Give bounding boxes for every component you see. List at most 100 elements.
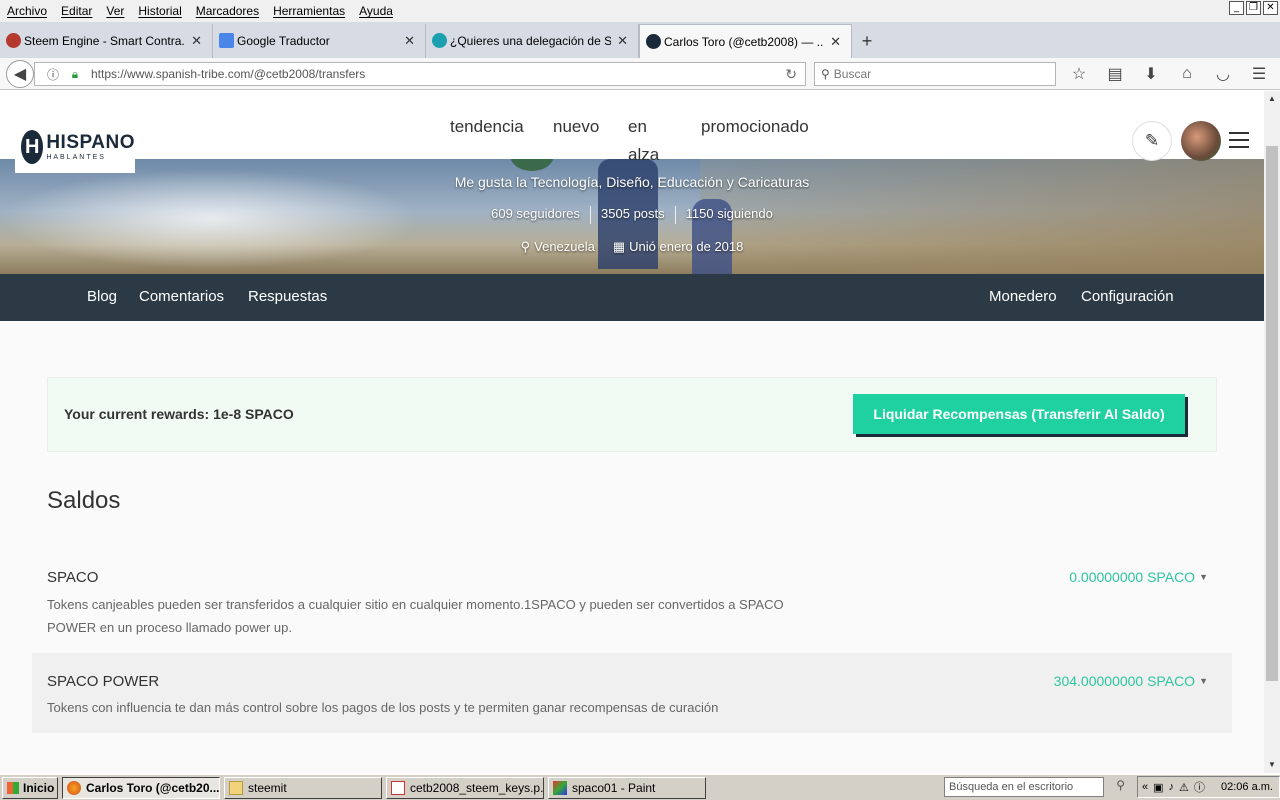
logo-mark: H bbox=[21, 130, 44, 164]
start-button[interactable]: Inicio bbox=[2, 776, 58, 799]
site-header: tendencia nuevo en alza promocionado ✎ bbox=[0, 91, 1264, 164]
pocket-icon[interactable]: ◡ bbox=[1210, 62, 1236, 86]
hamburger-menu-icon[interactable]: ☰ bbox=[1246, 62, 1272, 86]
restore-button[interactable]: ❐ bbox=[1246, 1, 1261, 15]
scroll-thumb[interactable] bbox=[1266, 146, 1278, 681]
caret-down-icon[interactable]: ▼ bbox=[1199, 572, 1208, 582]
url-text[interactable]: https://www.spanish-tribe.com/@cetb2008/… bbox=[91, 67, 365, 81]
close-icon[interactable]: ✕ bbox=[617, 33, 628, 49]
volume-icon[interactable]: ♪ bbox=[1169, 781, 1175, 793]
tab-carlos-toro[interactable]: Carlos Toro (@cetb2008) — ... ✕ bbox=[639, 24, 852, 58]
caret-down-icon[interactable]: ▼ bbox=[1199, 676, 1208, 686]
scroll-down-icon[interactable]: ▼ bbox=[1264, 757, 1280, 773]
info-icon[interactable]: ⓘ bbox=[45, 66, 61, 83]
edit-post-button[interactable]: ✎ bbox=[1132, 121, 1172, 161]
profile-picture[interactable] bbox=[510, 159, 554, 171]
download-icon[interactable]: ⬇ bbox=[1138, 62, 1164, 86]
url-bar[interactable]: ⓘ 🔒︎ https://www.spanish-tribe.com/@cetb… bbox=[34, 62, 806, 86]
tab-blog[interactable]: Blog bbox=[87, 288, 117, 305]
reload-icon[interactable]: ↻ bbox=[785, 66, 797, 83]
tab-strip: Steem Engine - Smart Contra... ✕ Google … bbox=[0, 22, 1280, 58]
site-logo[interactable]: H HISPANO HABLANTES bbox=[15, 121, 135, 173]
scroll-up-icon[interactable]: ▲ bbox=[1264, 91, 1280, 107]
nav-promocionado[interactable]: promocionado bbox=[701, 117, 809, 137]
arrow-left-icon: ◀ bbox=[13, 66, 27, 83]
close-icon[interactable]: ✕ bbox=[191, 33, 202, 49]
balance-value[interactable]: 0.00000000 SPACO bbox=[1069, 569, 1195, 585]
pencil-icon: ✎ bbox=[1144, 131, 1160, 150]
info-icon[interactable]: ⓘ bbox=[1194, 779, 1205, 795]
site-menu-button[interactable] bbox=[1229, 132, 1249, 148]
reading-list-icon[interactable]: ▤ bbox=[1102, 62, 1128, 86]
taskbar-item-label: steemit bbox=[248, 780, 287, 795]
nav-nuevo[interactable]: nuevo bbox=[553, 117, 599, 137]
lock-icon[interactable]: 🔒︎ bbox=[67, 67, 83, 82]
close-window-button[interactable]: ✕ bbox=[1263, 1, 1278, 15]
tab-label: Steem Engine - Smart Contra... bbox=[24, 34, 186, 48]
back-button[interactable]: ◀ bbox=[6, 60, 34, 88]
rewards-panel: Your current rewards: 1e-8 SPACO Liquida… bbox=[47, 377, 1217, 452]
network-icon[interactable]: ▣ bbox=[1153, 781, 1163, 794]
tab-steem-engine[interactable]: Steem Engine - Smart Contra... ✕ bbox=[0, 24, 213, 58]
menu-ver[interactable]: Ver bbox=[99, 4, 131, 18]
balance-value-dropdown[interactable]: 304.00000000 SPACO ▼ bbox=[1054, 673, 1208, 689]
taskbar-item-label: cetb2008_steem_keys.p... bbox=[410, 780, 544, 795]
tab-google-traductor[interactable]: Google Traductor ✕ bbox=[213, 24, 426, 58]
tab-comentarios[interactable]: Comentarios bbox=[139, 288, 224, 305]
balance-description: Tokens con influencia te dan más control… bbox=[47, 700, 719, 715]
menu-marcadores[interactable]: Marcadores bbox=[189, 4, 266, 18]
search-input[interactable]: ⚲ Buscar bbox=[814, 62, 1056, 86]
taskbar-item-steemit[interactable]: steemit bbox=[224, 776, 382, 799]
user-menu-bar: Blog Comentarios Respuestas Monedero Con… bbox=[0, 274, 1264, 321]
home-icon[interactable]: ⌂ bbox=[1174, 62, 1200, 86]
following-count[interactable]: 1150 siguiendo bbox=[676, 206, 783, 224]
balance-value[interactable]: 304.00000000 SPACO bbox=[1054, 673, 1195, 689]
nav-tendencia[interactable]: tendencia bbox=[450, 117, 524, 137]
tab-delegacion[interactable]: ¿Quieres una delegación de S... ✕ bbox=[426, 24, 639, 58]
close-icon[interactable]: ✕ bbox=[830, 34, 841, 50]
firefox-icon bbox=[67, 780, 81, 795]
window-controls: _ ❐ ✕ bbox=[1229, 1, 1278, 15]
tab-configuracion[interactable]: Configuración bbox=[1081, 288, 1174, 305]
balance-value-dropdown[interactable]: 0.00000000 SPACO ▼ bbox=[1069, 569, 1208, 585]
spiral-icon bbox=[432, 33, 447, 48]
taskbar-item-firefox[interactable]: Carlos Toro (@cetb20... bbox=[62, 776, 220, 799]
desktop-search-input[interactable]: Búsqueda en el escritorio ⚲ bbox=[944, 777, 1125, 797]
balance-name: SPACO POWER bbox=[47, 673, 160, 690]
balance-row-spaco-power: SPACO POWER Tokens con influencia te dan… bbox=[32, 653, 1232, 733]
profile-joined: ▦ Unió enero de 2018 bbox=[613, 239, 744, 255]
minimize-button[interactable]: _ bbox=[1229, 1, 1244, 15]
profile-about: Me gusta la Tecnología, Diseño, Educació… bbox=[454, 174, 810, 190]
taskbar-item-paint[interactable]: spaco01 - Paint bbox=[548, 776, 706, 799]
menu-ayuda[interactable]: Ayuda bbox=[352, 4, 400, 18]
taskbar-item-label: Carlos Toro (@cetb20... bbox=[86, 780, 220, 795]
menu-herramientas[interactable]: Herramientas bbox=[266, 4, 352, 18]
close-icon[interactable]: ✕ bbox=[404, 33, 415, 49]
search-icon[interactable]: ⚲ bbox=[1116, 778, 1125, 792]
balance-row-spaco: SPACO Tokens canjeables pueden ser trans… bbox=[32, 557, 1232, 652]
steem-engine-icon bbox=[6, 33, 21, 48]
tab-monedero[interactable]: Monedero bbox=[989, 288, 1057, 305]
menu-archivo[interactable]: Archivo bbox=[0, 4, 54, 18]
browser-menu-bar: Archivo Editar Ver Historial Marcadores … bbox=[0, 0, 1280, 22]
avatar[interactable] bbox=[1181, 121, 1221, 161]
calendar-icon: ▦ bbox=[612, 239, 626, 254]
page-scrollbar[interactable]: ▲ ▼ bbox=[1264, 91, 1280, 773]
profile-meta: ⚲ Venezuela ▦ Unió enero de 2018 bbox=[0, 239, 1264, 255]
new-tab-button[interactable]: + bbox=[852, 24, 882, 58]
taskbar-item-pdf[interactable]: cetb2008_steem_keys.p... bbox=[386, 776, 544, 799]
desktop-search-placeholder: Búsqueda en el escritorio bbox=[949, 781, 1074, 793]
warning-icon[interactable]: ⚠ bbox=[1179, 781, 1189, 794]
os-taskbar: Inicio Carlos Toro (@cetb20... steemit c… bbox=[0, 774, 1280, 800]
navigation-toolbar: ◀ ⓘ 🔒︎ https://www.spanish-tribe.com/@ce… bbox=[0, 58, 1280, 90]
chevron-left-icon[interactable]: « bbox=[1142, 781, 1148, 793]
tab-respuestas[interactable]: Respuestas bbox=[248, 288, 327, 305]
current-rewards: Your current rewards: 1e-8 SPACO bbox=[64, 406, 294, 422]
menu-editar[interactable]: Editar bbox=[54, 4, 99, 18]
nav-en-alza[interactable]: en alza bbox=[628, 113, 668, 169]
logo-subtitle: HABLANTES bbox=[46, 154, 106, 161]
followers-count[interactable]: 609 seguidores bbox=[481, 206, 590, 224]
claim-rewards-button[interactable]: Liquidar Recompensas (Transferir Al Sald… bbox=[853, 394, 1185, 434]
bookmark-star-icon[interactable]: ☆ bbox=[1066, 62, 1092, 86]
menu-historial[interactable]: Historial bbox=[131, 4, 188, 18]
